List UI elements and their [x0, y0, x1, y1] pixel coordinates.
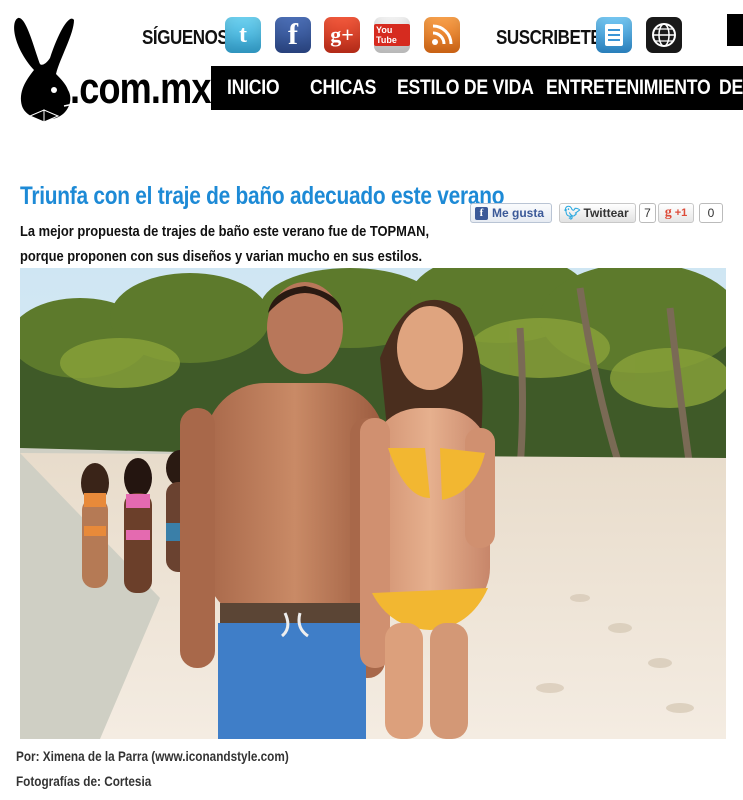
- nav-item-entretenimiento[interactable]: ENTRETENIMIENTO: [546, 76, 711, 100]
- tweet-count: 7: [639, 203, 656, 223]
- logo-domain-text[interactable]: .com.mx: [70, 64, 211, 114]
- gplus-label: +1: [674, 207, 688, 219]
- tweet-button[interactable]: 🐦︎ Twittear: [559, 203, 636, 223]
- globe-icon[interactable]: [646, 17, 682, 53]
- gplus-count: 0: [699, 203, 723, 223]
- main-nav: INICIO CHICAS ESTILO DE VIDA ENTRETENIMI…: [211, 66, 743, 110]
- article-headline[interactable]: Triunfa con el traje de baño adecuado es…: [20, 182, 504, 211]
- youtube-icon[interactable]: You Tube: [374, 17, 410, 53]
- nav-item-truncated[interactable]: DE: [719, 76, 743, 100]
- google-plus-icon: g: [664, 205, 672, 220]
- twitter-bird-icon: 🐦︎: [564, 205, 581, 220]
- follow-label: SÍGUENOS:: [142, 27, 234, 49]
- like-label: Me gusta: [492, 206, 545, 220]
- photo-credit: Fotografías de: Cortesia: [16, 773, 152, 789]
- nav-item-chicas[interactable]: CHICAS: [310, 76, 376, 100]
- facebook-like-button[interactable]: f Me gusta: [470, 203, 552, 223]
- article-byline[interactable]: Por: Ximena de la Parra (www.iconandstyl…: [16, 748, 289, 764]
- tweet-label: Twittear: [583, 206, 629, 220]
- google-plus-one-button[interactable]: g +1: [658, 203, 694, 223]
- article-lead: La mejor propuesta de trajes de baño est…: [20, 223, 430, 265]
- twitter-icon[interactable]: t: [225, 17, 261, 53]
- subscribe-label: SUSCRIBETE:: [496, 27, 607, 49]
- article-hero-photo[interactable]: [20, 268, 726, 739]
- youtube-icon-label: You Tube: [374, 24, 410, 46]
- facebook-icon[interactable]: f: [275, 17, 311, 53]
- rss-icon[interactable]: [424, 17, 460, 53]
- facebook-icon: f: [475, 206, 488, 220]
- nav-item-inicio[interactable]: INICIO: [227, 76, 280, 100]
- header-edge-bar: [727, 14, 743, 46]
- nav-item-estilo-de-vida[interactable]: ESTILO DE VIDA: [397, 76, 534, 100]
- newsletter-icon[interactable]: [596, 17, 632, 53]
- google-plus-icon[interactable]: g+: [324, 17, 360, 53]
